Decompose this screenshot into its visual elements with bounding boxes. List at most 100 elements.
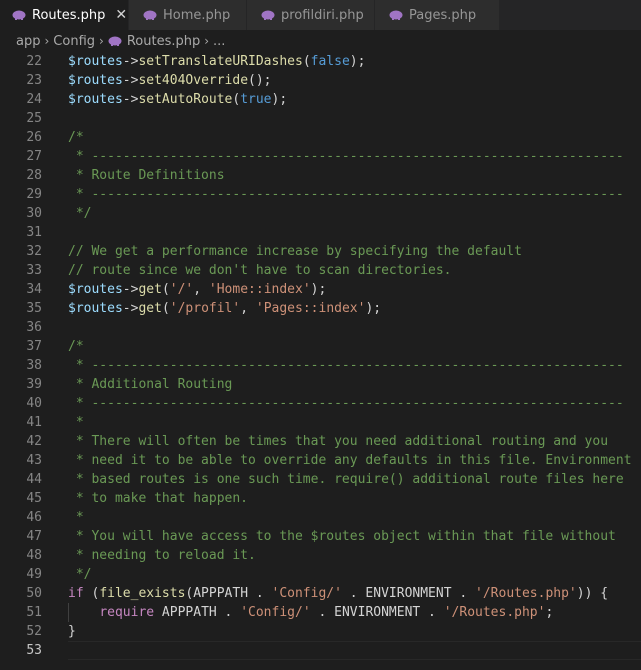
code-line[interactable]: 40 * -----------------------------------… <box>0 394 641 413</box>
code-line[interactable]: 35 $routes->get('/profil', 'Pages::index'… <box>0 299 641 318</box>
tab-routes-php[interactable]: Routes.php ✕ <box>0 0 129 30</box>
code-token: * Route Definitions <box>68 168 225 183</box>
code-token: , <box>240 301 256 316</box>
code-line[interactable]: 44 * based routes is one such time. requ… <box>0 470 641 489</box>
code-token: } <box>68 624 76 639</box>
breadcrumb-item-app[interactable]: app <box>16 34 40 49</box>
code-text: */ <box>68 565 92 584</box>
breadcrumb-item-file[interactable]: Routes.php <box>127 34 200 49</box>
code-token: ); <box>349 54 366 69</box>
code-token: ; <box>545 605 554 620</box>
tab-home-php[interactable]: Home.php <box>129 0 247 30</box>
code-text: * --------------------------------------… <box>68 394 624 413</box>
code-line[interactable]: 24 $routes->setAutoRoute(true); <box>0 90 641 109</box>
code-text: require APPPATH . 'Config/' . ENVIRONMEN… <box>68 603 553 622</box>
code-text: * There will often be times that you nee… <box>68 432 608 451</box>
line-number: 45 <box>26 491 42 506</box>
line-number: 38 <box>26 358 42 373</box>
code-line[interactable]: 36 <box>0 318 641 337</box>
line-number: 34 <box>26 282 42 297</box>
line-number: 33 <box>26 263 42 278</box>
code-line[interactable]: 43 * need it to be able to override any … <box>0 451 641 470</box>
code-line[interactable]: 41 * <box>0 413 641 432</box>
code-line[interactable]: 32 // We get a performance increase by sp… <box>0 242 641 261</box>
code-token: $routes <box>68 282 123 297</box>
code-text: * <box>68 508 84 527</box>
code-line[interactable]: 34 $routes->get('/', 'Home::index'); <box>0 280 641 299</box>
close-tab-icon[interactable]: ✕ <box>114 7 128 23</box>
line-number: 28 <box>26 168 42 183</box>
code-line[interactable]: 46 * <box>0 508 641 527</box>
tab-profildiri-php[interactable]: profildiri.php <box>247 0 375 30</box>
code-line[interactable]: 28 * Route Definitions <box>0 166 641 185</box>
code-token: -> <box>122 282 139 297</box>
code-token: ); <box>365 301 382 316</box>
code-token: . ENVIRONMENT . <box>310 605 444 620</box>
code-token: $routes <box>68 301 123 316</box>
code-line[interactable]: 25 <box>0 109 641 128</box>
code-token: (APPPATH . <box>185 586 272 601</box>
code-token: * to make that happen. <box>68 491 249 506</box>
chevron-right-icon: › <box>44 34 50 48</box>
code-line[interactable]: 29 * -----------------------------------… <box>0 185 641 204</box>
line-number: 42 <box>26 434 42 449</box>
code-token: ( <box>83 586 100 601</box>
php-elephant-icon <box>261 10 275 20</box>
code-token: * --------------------------------------… <box>68 396 624 411</box>
code-editor[interactable]: 22 $routes->setTranslateURIDashes(false);… <box>0 52 641 670</box>
code-line[interactable]: 45 * to make that happen. <box>0 489 641 508</box>
code-line[interactable]: 52} <box>0 622 641 641</box>
code-token: 'Pages::index' <box>255 301 366 316</box>
line-number: 53 <box>26 643 42 658</box>
tab-label: Pages.php <box>409 7 477 23</box>
code-line[interactable]: 48 * needing to reload it. <box>0 546 641 565</box>
code-line[interactable]: 22 $routes->setTranslateURIDashes(false); <box>0 52 641 71</box>
breadcrumb-item-symbols[interactable]: ... <box>213 34 225 49</box>
tab-label: Routes.php <box>32 7 106 23</box>
code-token: * --------------------------------------… <box>68 149 624 164</box>
php-elephant-icon <box>12 10 26 20</box>
line-number: 51 <box>26 605 42 620</box>
code-token: ( <box>161 282 170 297</box>
breadcrumb-item-config[interactable]: Config <box>53 34 95 49</box>
code-token: -> <box>122 73 139 88</box>
code-text: $routes->get('/profil', 'Pages::index'); <box>68 299 381 318</box>
code-text: /* <box>68 337 84 356</box>
tab-bar: Routes.php ✕ Home.php profildiri.php Pag… <box>0 0 641 30</box>
code-token: * need it to be able to override any def… <box>68 453 632 468</box>
line-number: 48 <box>26 548 42 563</box>
code-text: * --------------------------------------… <box>68 356 624 375</box>
line-number: 24 <box>26 92 42 107</box>
code-line[interactable]: 33 // route since we don't have to scan d… <box>0 261 641 280</box>
code-line[interactable]: 23 $routes->set404Override(); <box>0 71 641 90</box>
code-token: '/' <box>169 282 194 297</box>
code-line[interactable]: 26 /* <box>0 128 641 147</box>
code-token: ( <box>161 301 170 316</box>
code-line[interactable]: 49 */ <box>0 565 641 584</box>
code-line[interactable]: 39 * Additional Routing <box>0 375 641 394</box>
line-number: 32 <box>26 244 42 259</box>
code-line[interactable]: 27 * -----------------------------------… <box>0 147 641 166</box>
code-line[interactable]: 42 * There will often be times that you … <box>0 432 641 451</box>
code-text: * <box>68 413 84 432</box>
indent-guide <box>68 603 69 622</box>
line-number: 49 <box>26 567 42 582</box>
code-line[interactable]: 31 <box>0 223 641 242</box>
line-number: 22 <box>26 54 42 69</box>
code-line[interactable]: 30 */ <box>0 204 641 223</box>
code-line[interactable]: 53 <box>0 641 641 660</box>
code-text: * Additional Routing <box>68 375 233 394</box>
code-token: 'Config/' <box>240 605 311 620</box>
chevron-right-icon: › <box>99 34 104 48</box>
code-line[interactable]: 38 * -----------------------------------… <box>0 356 641 375</box>
code-token: $routes <box>68 54 123 69</box>
code-line[interactable]: 37 /* <box>0 337 641 356</box>
code-text: $routes->set404Override(); <box>68 71 272 90</box>
code-line[interactable]: 50 if (file_exists(APPPATH . 'Config/' . … <box>0 584 641 603</box>
code-line[interactable]: 51 require APPPATH . 'Config/' . ENVIRON… <box>0 603 641 622</box>
code-line[interactable]: 47 * You will have access to the $routes… <box>0 527 641 546</box>
tab-pages-php[interactable]: Pages.php <box>375 0 500 30</box>
code-token: . ENVIRONMENT . <box>341 586 476 601</box>
line-number: 46 <box>26 510 42 525</box>
code-token: ); <box>310 282 327 297</box>
